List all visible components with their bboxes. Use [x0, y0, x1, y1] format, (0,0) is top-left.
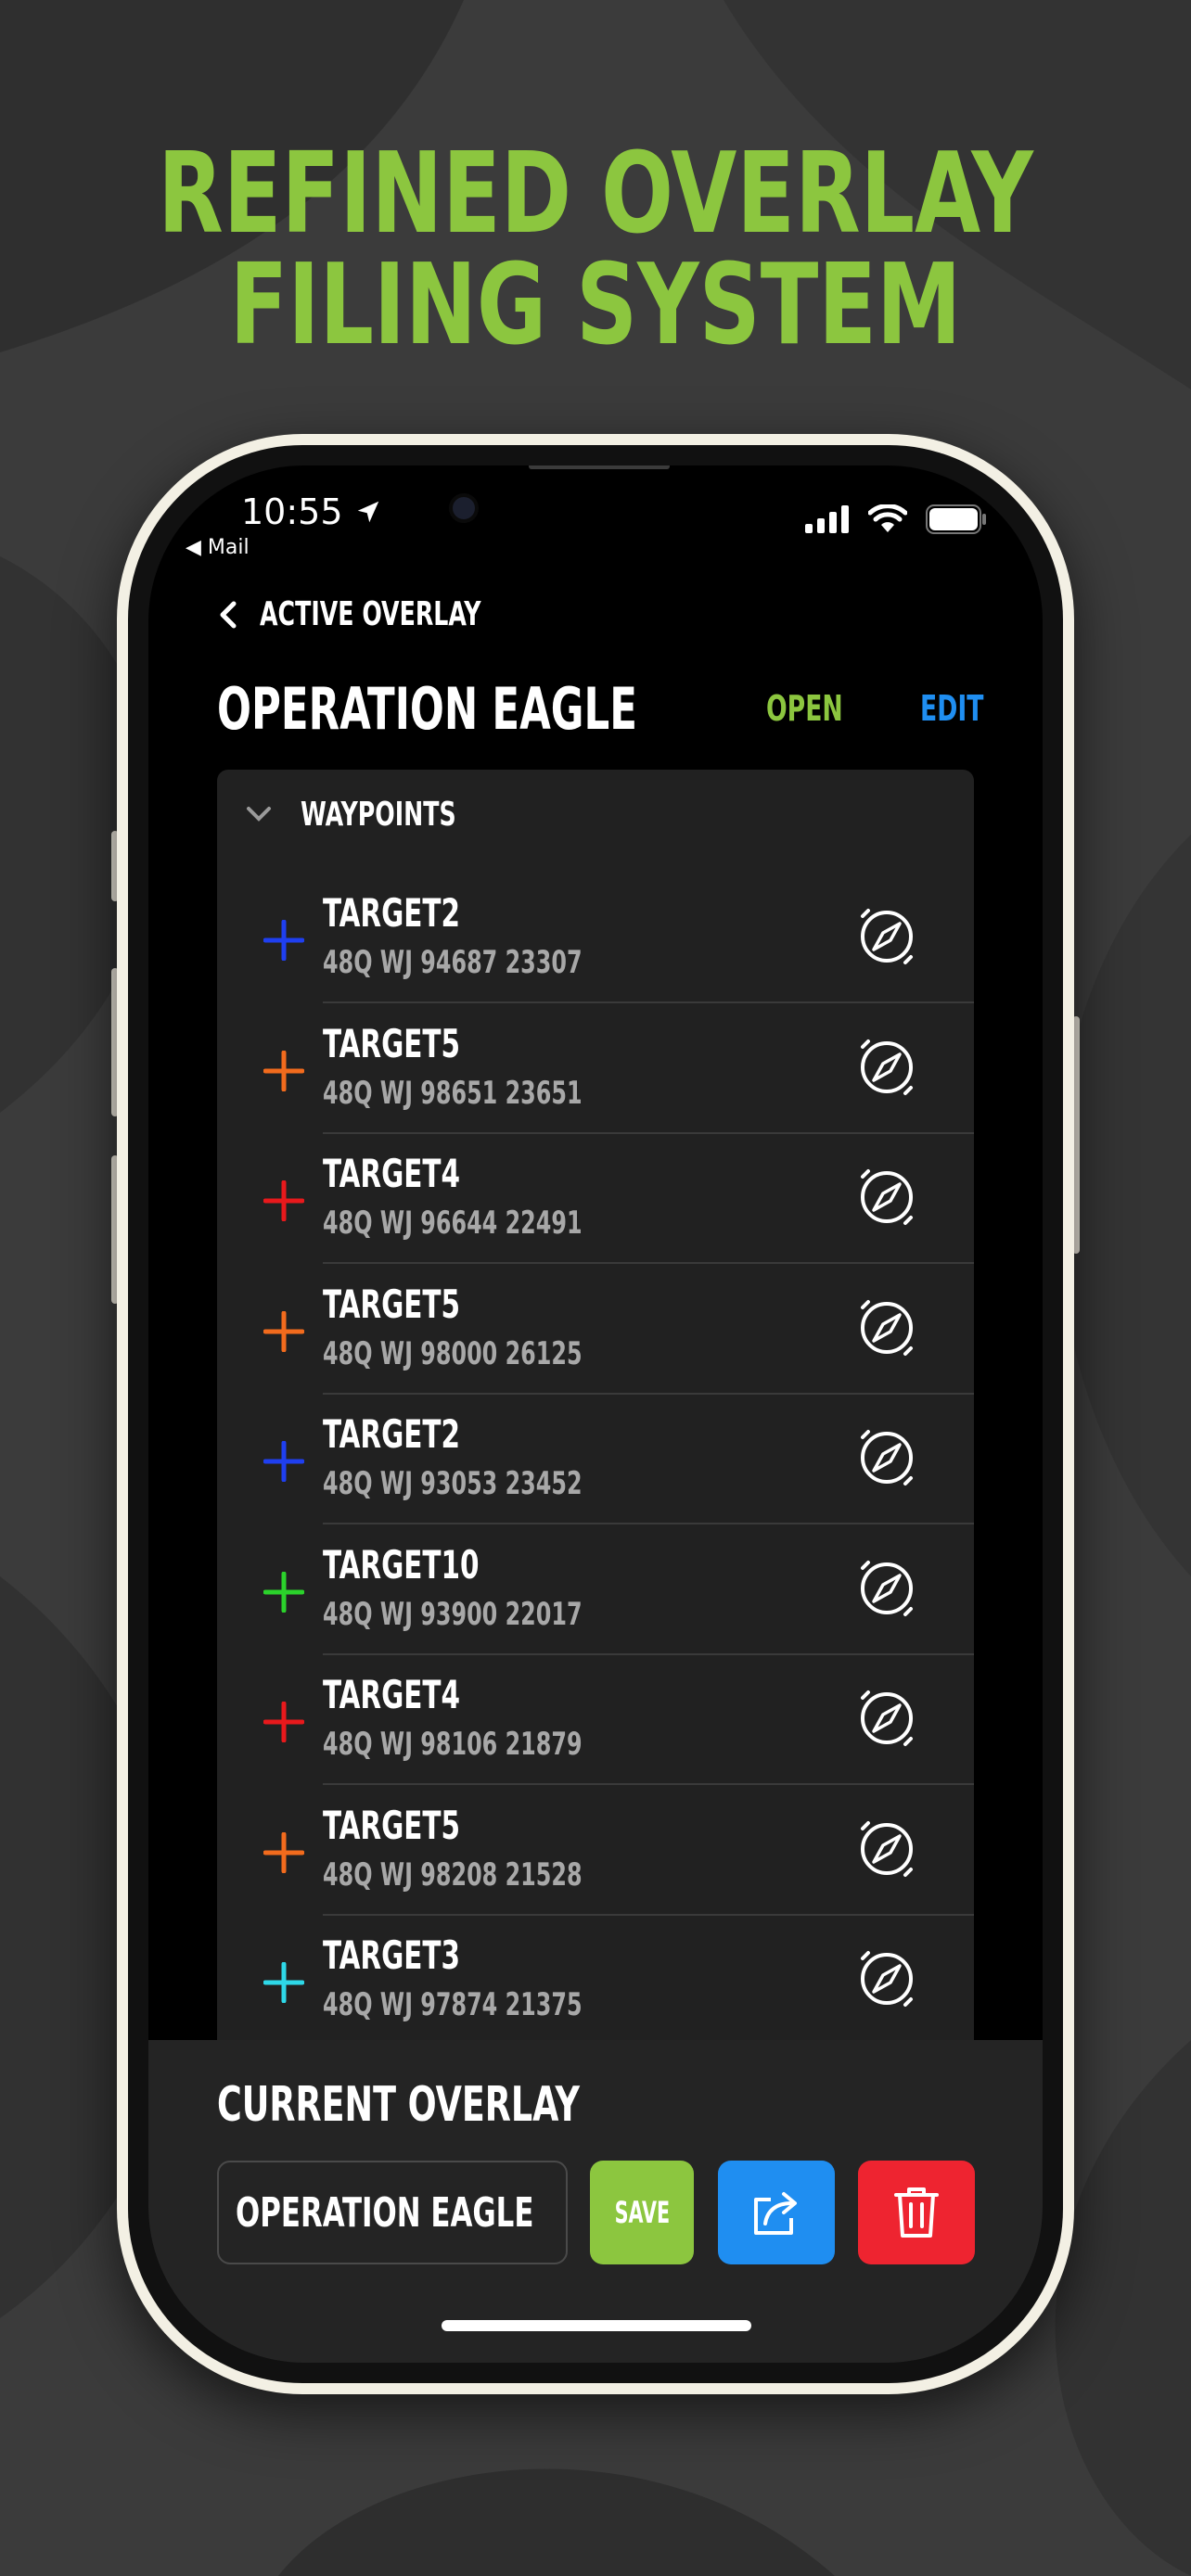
waypoint-coordinate: 48Q WJ 93900 22017	[323, 1595, 583, 1633]
waypoint-marker-icon	[263, 920, 304, 961]
waypoint-name: TARGET5	[323, 1020, 461, 1066]
overlay-name-value: OPERATION EAGLE	[236, 2188, 534, 2237]
current-overlay-bar: CURRENT OVERLAY OPERATION EAGLE SAVE	[148, 2040, 1043, 2363]
navigate-compass-icon[interactable]	[857, 1298, 916, 1358]
wifi-icon	[868, 504, 907, 532]
waypoint-row[interactable]: TARGET3 48Q WJ 97874 21375	[217, 1916, 974, 2046]
navigate-compass-icon[interactable]	[857, 1819, 916, 1879]
waypoint-name: TARGET5	[323, 1281, 461, 1327]
battery-icon	[926, 504, 986, 534]
navigate-compass-icon[interactable]	[857, 1949, 916, 2009]
waypoint-marker-icon	[263, 1310, 304, 1352]
waypoint-coordinate: 48Q WJ 98000 26125	[323, 1334, 583, 1372]
waypoint-coordinate: 48Q WJ 98208 21528	[323, 1855, 583, 1894]
waypoints-section-label: WAYPOINTS	[301, 795, 456, 834]
trash-icon	[894, 2187, 939, 2238]
waypoint-name: TARGET3	[323, 1932, 461, 1978]
waypoints-section-toggle[interactable]: WAYPOINTS	[245, 794, 500, 835]
waypoint-name: TARGET2	[323, 890, 461, 936]
waypoint-row[interactable]: TARGET4 48Q WJ 96644 22491	[217, 1134, 974, 1264]
navigate-compass-icon[interactable]	[857, 1428, 916, 1487]
waypoint-marker-icon	[263, 1962, 304, 2003]
waypoint-row[interactable]: TARGET4 48Q WJ 98106 21879	[217, 1655, 974, 1785]
waypoint-name: TARGET5	[323, 1802, 461, 1848]
back-to-app-link[interactable]: ◀ Mail	[186, 536, 250, 559]
waypoint-row[interactable]: TARGET5 48Q WJ 98000 26125	[217, 1265, 974, 1395]
home-indicator[interactable]	[442, 2320, 751, 2331]
back-label: ACTIVE OVERLAY	[260, 595, 481, 633]
chevron-down-icon	[247, 807, 271, 822]
waypoints-panel: WAYPOINTS TARGET2 48Q WJ 94687 23307 TARGE…	[217, 770, 974, 2086]
waypoint-coordinate: 48Q WJ 98106 21879	[323, 1726, 583, 1763]
navigate-compass-icon[interactable]	[857, 1689, 916, 1748]
overlay-name-input[interactable]: OPERATION EAGLE	[217, 2161, 568, 2264]
location-arrow-icon	[357, 501, 378, 523]
waypoint-coordinate: 48Q WJ 93053 23452	[323, 1465, 583, 1502]
headline-line-1: REFINED OVERLAY	[158, 130, 1033, 259]
waypoint-marker-icon	[263, 1831, 304, 1873]
waypoint-marker-icon	[263, 1571, 304, 1613]
headline: REFINED OVERLAY FILING SYSTEM	[89, 139, 1101, 362]
waypoint-name: TARGET4	[323, 1151, 461, 1196]
waypoint-name: TARGET4	[323, 1672, 461, 1717]
navigate-compass-icon[interactable]	[857, 907, 916, 966]
earpiece-speaker	[529, 465, 670, 469]
delete-button[interactable]	[858, 2161, 975, 2264]
navigate-compass-icon[interactable]	[857, 1167, 916, 1227]
waypoint-row[interactable]: TARGET2 48Q WJ 93053 23452	[217, 1395, 974, 1524]
waypoint-coordinate: 48Q WJ 97874 21375	[323, 1986, 583, 2023]
back-button[interactable]: ACTIVE OVERLAY	[217, 595, 544, 633]
edit-button[interactable]: EDIT	[920, 688, 983, 729]
current-overlay-label: CURRENT OVERLAY	[217, 2077, 580, 2133]
waypoint-coordinate: 48Q WJ 96644 22491	[323, 1205, 583, 1242]
navigate-compass-icon[interactable]	[857, 1038, 916, 1097]
waypoint-coordinate: 48Q WJ 98651 23651	[323, 1074, 583, 1112]
status-time: 10:55	[241, 491, 382, 532]
share-button[interactable]	[718, 2161, 835, 2264]
cellular-signal-icon	[805, 505, 849, 533]
save-button[interactable]: SAVE	[590, 2161, 694, 2264]
waypoint-marker-icon	[263, 1180, 304, 1221]
status-icons	[805, 504, 987, 534]
waypoint-marker-icon	[263, 1441, 304, 1482]
save-label: SAVE	[614, 2195, 670, 2230]
overlay-title: OPERATION EAGLE	[217, 675, 637, 743]
navigate-compass-icon[interactable]	[857, 1559, 916, 1618]
waypoint-name: TARGET2	[323, 1411, 461, 1457]
waypoint-row[interactable]: TARGET10 48Q WJ 93900 22017	[217, 1525, 974, 1655]
front-camera	[449, 493, 479, 523]
open-button[interactable]: OPEN	[766, 688, 843, 729]
waypoint-marker-icon	[263, 1702, 304, 1742]
headline-line-2: FILING SYSTEM	[229, 241, 962, 370]
share-icon	[754, 2192, 797, 2235]
waypoint-row[interactable]: TARGET5 48Q WJ 98651 23651	[217, 1004, 974, 1134]
waypoint-marker-icon	[263, 1050, 304, 1091]
waypoint-row[interactable]: TARGET5 48Q WJ 98208 21528	[217, 1786, 974, 1916]
waypoint-row[interactable]: TARGET2 48Q WJ 94687 23307	[217, 874, 974, 1003]
waypoint-name: TARGET10	[323, 1541, 480, 1588]
phone-screen: 10:55 ◀ Mail ACTIVE OVERLAY OPERATION EA…	[148, 465, 1043, 2363]
chevron-left-icon	[220, 601, 237, 628]
status-time-text: 10:55	[241, 491, 343, 532]
waypoint-coordinate: 48Q WJ 94687 23307	[323, 944, 583, 981]
